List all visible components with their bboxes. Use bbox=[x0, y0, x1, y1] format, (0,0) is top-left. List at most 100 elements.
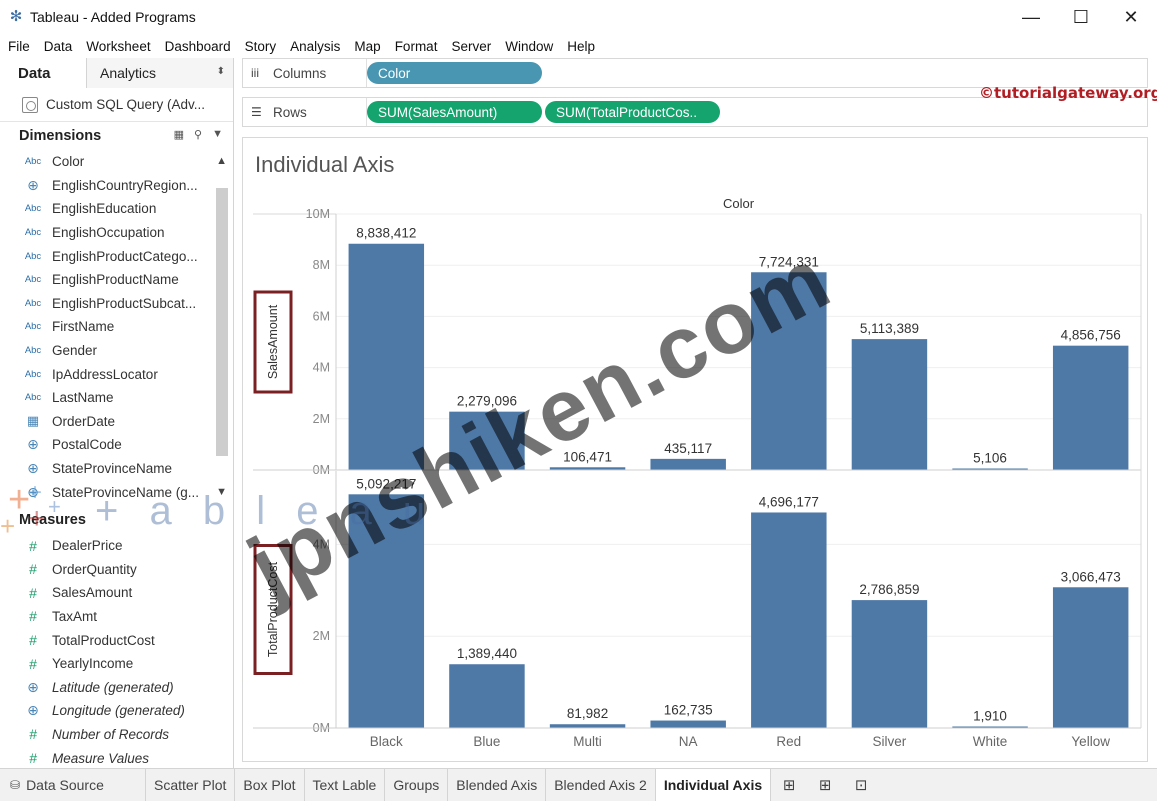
tab-data[interactable]: Data bbox=[0, 58, 87, 88]
dimension-field-label: EnglishProductSubcat... bbox=[52, 295, 197, 311]
tab-text-lable[interactable]: Text Lable bbox=[305, 769, 386, 801]
search-icon[interactable]: ⚲ bbox=[194, 128, 202, 141]
chevron-down-icon[interactable]: ▼ bbox=[212, 128, 223, 141]
measure-field[interactable]: # Number of Records bbox=[0, 723, 233, 747]
dimension-field-label: Gender bbox=[52, 343, 98, 359]
measure-field[interactable]: # DealerPrice bbox=[0, 534, 233, 558]
dimension-field[interactable]: Abc FirstName bbox=[0, 315, 233, 339]
measure-field[interactable]: ⊕ Latitude (generated) bbox=[0, 675, 233, 699]
y-axis-title: SalesAmount bbox=[266, 304, 280, 379]
number-type-icon: # bbox=[29, 584, 37, 601]
dimension-field[interactable]: ⊕ EnglishCountryRegion... bbox=[0, 174, 233, 198]
maximize-button[interactable]: ☐ bbox=[1056, 0, 1106, 34]
tab-scatter-plot[interactable]: Scatter Plot bbox=[146, 769, 236, 801]
viz-area: Individual Axis Color 0M 2M 4M 6M 8M 10M 8,838,… bbox=[242, 137, 1148, 762]
tab-groups[interactable]: Groups bbox=[385, 769, 449, 801]
dimension-field-label: EnglishCountryRegion... bbox=[52, 177, 198, 193]
dimension-field[interactable]: Abc EnglishProductCatego... bbox=[0, 244, 233, 268]
measure-field-label: YearlyIncome bbox=[52, 656, 134, 672]
tab-analytics[interactable]: Analytics ⬍ bbox=[87, 58, 233, 88]
dimensions-list: Abc Color ⊕ EnglishCountryRegion... Abc Engli… bbox=[0, 150, 233, 504]
menu-format[interactable]: Format bbox=[395, 39, 438, 54]
tab-individual-axis[interactable]: Individual Axis bbox=[655, 769, 772, 801]
y-tick-label: 10M bbox=[306, 207, 330, 221]
column-header-color: Color bbox=[723, 196, 755, 211]
dimension-field[interactable]: ⊕ PostalCode bbox=[0, 433, 233, 457]
bar-salesamount-black bbox=[348, 243, 425, 470]
dimension-field-label: IpAddressLocator bbox=[52, 366, 158, 382]
y-tick-label: 2M bbox=[313, 412, 330, 426]
dimension-field-label: StateProvinceName (g... bbox=[52, 484, 200, 500]
dimensions-scrollbar[interactable] bbox=[215, 170, 229, 486]
y-axis-title: TotalProductCost bbox=[266, 561, 280, 657]
menu-data[interactable]: Data bbox=[44, 39, 73, 54]
dimension-field[interactable]: Abc EnglishProductName bbox=[0, 268, 233, 292]
menu-worksheet[interactable]: Worksheet bbox=[86, 39, 150, 54]
number-type-icon: # bbox=[29, 750, 37, 767]
dimension-field[interactable]: ⊕ StateProvinceName (g... bbox=[0, 480, 233, 504]
menu-story[interactable]: Story bbox=[245, 39, 277, 54]
new-dashboard-icon[interactable]: ⊞ bbox=[807, 769, 843, 801]
tab-blended-axis[interactable]: Blended Axis bbox=[448, 769, 547, 801]
measure-field[interactable]: # SalesAmount bbox=[0, 581, 233, 605]
scrollbar-thumb[interactable] bbox=[216, 188, 228, 456]
dimension-field[interactable]: Abc Color bbox=[0, 150, 233, 174]
scroll-down-icon[interactable]: ▼ bbox=[216, 486, 227, 498]
scroll-up-icon[interactable]: ▲ bbox=[216, 155, 227, 167]
measure-field-label: Number of Records bbox=[52, 726, 170, 742]
dimension-field[interactable]: Abc EnglishOccupation bbox=[0, 221, 233, 245]
measure-field[interactable]: # OrderQuantity bbox=[0, 558, 233, 582]
minimize-button[interactable]: — bbox=[1006, 0, 1056, 34]
x-tick-label: Red bbox=[776, 734, 801, 749]
data-label: 5,106 bbox=[973, 451, 1007, 466]
new-story-icon[interactable]: ⊡ bbox=[843, 769, 879, 801]
dimension-field[interactable]: Abc EnglishEducation bbox=[0, 197, 233, 221]
data-label: 8,838,412 bbox=[356, 226, 416, 241]
number-type-icon: # bbox=[29, 561, 37, 578]
dimension-field-label: FirstName bbox=[52, 319, 115, 335]
tab-data-source[interactable]: ⛁ Data Source bbox=[0, 769, 146, 801]
pill-color[interactable]: Color bbox=[367, 62, 542, 84]
dimension-field[interactable]: Abc Gender bbox=[0, 339, 233, 363]
globe-icon: ⊕ bbox=[27, 176, 39, 193]
dimension-field[interactable]: ⊕ StateProvinceName bbox=[0, 457, 233, 481]
menu-map[interactable]: Map bbox=[354, 39, 380, 54]
pill-sum-salesamount[interactable]: SUM(SalesAmount) bbox=[367, 101, 542, 123]
globe-icon: ⊕ bbox=[27, 483, 39, 500]
string-type-icon: Abc bbox=[24, 250, 42, 262]
measure-field[interactable]: ⊕ Longitude (generated) bbox=[0, 699, 233, 723]
pill-sum-totalproductcost[interactable]: SUM(TotalProductCos.. bbox=[545, 101, 720, 123]
measure-field[interactable]: # YearlyIncome bbox=[0, 652, 233, 676]
string-type-icon: Abc bbox=[24, 156, 42, 168]
number-type-icon: # bbox=[29, 632, 37, 649]
dimension-field[interactable]: Abc IpAddressLocator bbox=[0, 362, 233, 386]
x-tick-label: NA bbox=[679, 734, 698, 749]
measure-field[interactable]: # Measure Values bbox=[0, 746, 233, 768]
data-label: 162,735 bbox=[664, 703, 713, 718]
menu-dashboard[interactable]: Dashboard bbox=[165, 39, 231, 54]
tab-blended-axis-2[interactable]: Blended Axis 2 bbox=[546, 769, 656, 801]
y-tick-label: 8M bbox=[313, 258, 330, 272]
measure-field[interactable]: # TotalProductCost bbox=[0, 628, 233, 652]
dimension-field[interactable]: Abc EnglishProductSubcat... bbox=[0, 292, 233, 316]
updown-arrow-icon[interactable]: ⬍ bbox=[217, 66, 225, 77]
dimension-field[interactable]: ▦ OrderDate bbox=[0, 410, 233, 434]
menu-analysis[interactable]: Analysis bbox=[290, 39, 340, 54]
dimension-field-label: EnglishOccupation bbox=[52, 225, 165, 241]
data-label: 5,113,389 bbox=[860, 321, 919, 336]
close-button[interactable]: ✕ bbox=[1106, 0, 1156, 34]
menu-help[interactable]: Help bbox=[567, 39, 595, 54]
data-source-item[interactable]: Custom SQL Query (Adv... bbox=[0, 88, 233, 122]
measure-field[interactable]: # TaxAmt bbox=[0, 605, 233, 629]
menu-server[interactable]: Server bbox=[451, 39, 491, 54]
menu-window[interactable]: Window bbox=[505, 39, 553, 54]
new-worksheet-icon[interactable]: ⊞ bbox=[771, 769, 807, 801]
dimension-field[interactable]: Abc LastName bbox=[0, 386, 233, 410]
tab-box-plot[interactable]: Box Plot bbox=[235, 769, 305, 801]
view-data-icon[interactable]: ▦ bbox=[174, 128, 184, 141]
measure-field-label: OrderQuantity bbox=[52, 561, 137, 577]
measure-field-label: SalesAmount bbox=[52, 585, 133, 601]
y-tick-label: 4M bbox=[313, 537, 330, 551]
menu-file[interactable]: File bbox=[8, 39, 30, 54]
data-label: 3,066,473 bbox=[1061, 569, 1121, 584]
